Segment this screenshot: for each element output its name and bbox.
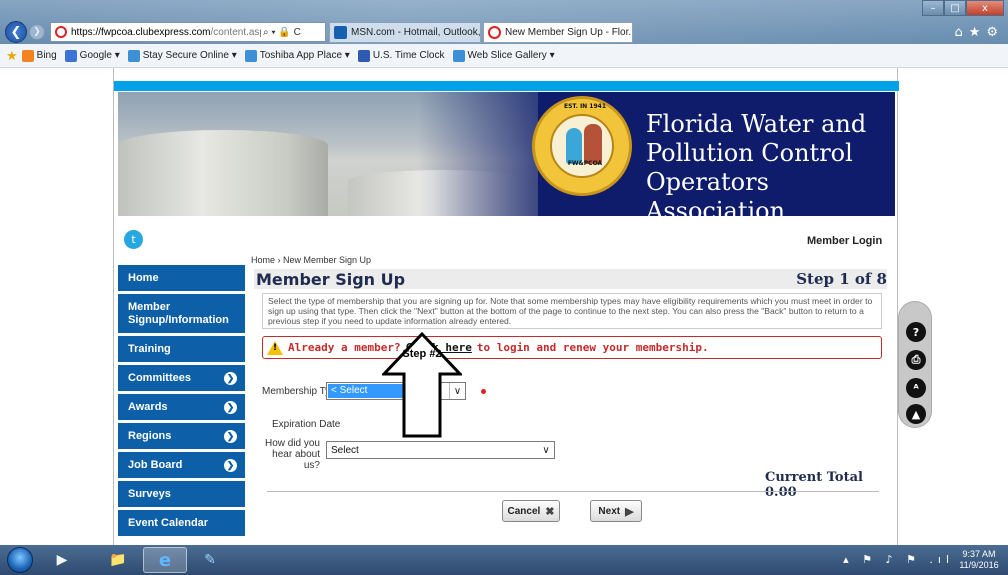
association-logo: EST. IN 1941 FW&PCOA xyxy=(532,96,632,196)
already-member-suffix: to login and renew your membership. xyxy=(476,341,709,354)
breadcrumb[interactable]: Home › New Member Sign Up xyxy=(251,255,371,265)
start-button[interactable] xyxy=(7,547,33,573)
windows-taskbar: ▶ 📁 e ✎ ▴ ⚑ ♪ ⚑ .ıl 9:37 AM 11/9/2016 xyxy=(0,545,1008,575)
favorites-star-icon[interactable]: ★ xyxy=(6,48,18,64)
favorite-bing[interactable]: Bing xyxy=(21,49,57,62)
nav-item-surveys[interactable]: Surveys xyxy=(118,481,245,510)
nav-item-committees[interactable]: Committees ❯ xyxy=(118,365,245,394)
site-container: EST. IN 1941 FW&PCOA Florida Water and P… xyxy=(113,68,899,545)
ie-page-icon xyxy=(452,49,465,62)
bing-icon xyxy=(21,49,34,62)
expiration-date-label: Expiration Date xyxy=(272,419,341,430)
clock-time: 9:37 AM xyxy=(962,549,996,559)
side-navigation: Home Member Signup/Information Training … xyxy=(118,265,245,539)
paint-icon[interactable]: ✎ xyxy=(190,547,230,573)
nav-item-event-calendar[interactable]: Event Calendar xyxy=(118,510,245,539)
site-banner: EST. IN 1941 FW&PCOA Florida Water and P… xyxy=(118,92,895,216)
ie-page-icon xyxy=(244,49,257,62)
address-url[interactable]: https://fwpcoa.clubexpress.com/content.a… xyxy=(71,27,261,38)
chevron-down-icon[interactable]: ∨ xyxy=(538,442,554,458)
favorite-web-slice[interactable]: Web Slice Gallery ▾ xyxy=(452,49,555,62)
browser-titlebar: ❮ ❯ https://fwpcoa.clubexpress.com/conte… xyxy=(0,0,1008,44)
cancel-button[interactable]: Cancel ✖ xyxy=(502,500,560,522)
tab-label: New Member Sign Up - Flor... xyxy=(505,27,633,38)
close-window-button[interactable]: x xyxy=(966,0,1004,16)
annotation-step-label: Step #2 xyxy=(402,348,442,360)
system-tray-icons[interactable]: ▴ ⚑ ♪ ⚑ .ıl xyxy=(843,553,954,566)
media-player-icon[interactable]: ▶ xyxy=(42,547,82,573)
maximize-button[interactable]: □ xyxy=(944,0,966,16)
banner-accent-strip xyxy=(114,81,899,91)
site-favicon-icon xyxy=(55,26,67,38)
next-label: Next xyxy=(598,505,621,517)
seal-abbreviation: FW&PCOA xyxy=(567,160,603,167)
twitter-icon[interactable]: t xyxy=(124,230,143,249)
nav-item-awards[interactable]: Awards ❯ xyxy=(118,394,245,423)
hear-about-value: Select xyxy=(331,444,359,456)
nav-item-regions[interactable]: Regions ❯ xyxy=(118,423,245,452)
page-title: Member Sign Up xyxy=(256,269,406,289)
organization-name: Florida Water and Pollution Control Oper… xyxy=(646,110,867,216)
help-icon[interactable]: ? xyxy=(906,322,926,342)
chevron-right-icon[interactable]: ❯ xyxy=(224,458,237,472)
forward-button[interactable]: ❯ xyxy=(29,24,45,40)
chevron-right-icon[interactable]: ❯ xyxy=(224,429,237,443)
close-icon: ✖ xyxy=(545,505,555,518)
chevron-right-icon[interactable]: ❯ xyxy=(224,371,237,385)
internet-explorer-icon[interactable]: e xyxy=(143,547,187,573)
back-button[interactable]: ❮ xyxy=(5,21,27,43)
favorites-bar: ★ Bing Google ▾ Stay Secure Online ▾ Tos… xyxy=(0,44,1008,68)
file-explorer-icon[interactable]: 📁 xyxy=(98,547,138,573)
favorite-time-clock[interactable]: U.S. Time Clock xyxy=(357,49,445,62)
favorite-google[interactable]: Google ▾ xyxy=(64,49,120,62)
google-icon xyxy=(64,49,77,62)
nav-item-member-signup[interactable]: Member Signup/Information xyxy=(118,294,245,336)
already-member-alert: ! Already a member? Click here to login … xyxy=(262,336,882,359)
address-bar[interactable]: https://fwpcoa.clubexpress.com/content.a… xyxy=(50,22,326,42)
current-total: Current Total 0.00 xyxy=(765,470,863,500)
play-arrow-icon: ▶ xyxy=(625,505,634,518)
page-viewport: EST. IN 1941 FW&PCOA Florida Water and P… xyxy=(0,68,1008,545)
seal-mascots xyxy=(550,114,614,178)
minimize-button[interactable]: – xyxy=(922,0,944,16)
member-login-link[interactable]: Member Login xyxy=(807,235,882,247)
chevron-right-icon[interactable]: ❯ xyxy=(224,400,237,414)
nav-item-training[interactable]: Training xyxy=(118,336,245,365)
water-tank-image xyxy=(118,130,328,216)
nav-item-home[interactable]: Home xyxy=(118,265,245,294)
browser-home-favorites-settings-icons[interactable]: ⌂★⚙ xyxy=(954,25,1004,40)
text-size-icon[interactable]: ᴬ xyxy=(906,378,926,398)
tab-member-signup[interactable]: New Member Sign Up - Flor... × xyxy=(483,22,633,43)
warning-icon: ! xyxy=(267,340,283,355)
instructions-text: Select the type of membership that you a… xyxy=(262,293,882,329)
hear-about-select[interactable]: Select ∨ xyxy=(326,441,555,459)
page-heading-bar: Member Sign Up Step 1 of 8 xyxy=(254,269,887,289)
floating-toolbar: ? ⎙ ᴬ ▲ xyxy=(898,301,932,428)
hear-about-label: How did you hear about us? xyxy=(264,438,320,471)
favorite-stay-secure[interactable]: Stay Secure Online ▾ xyxy=(127,49,237,62)
system-clock[interactable]: 9:37 AM 11/9/2016 xyxy=(956,549,1002,571)
print-icon[interactable]: ⎙ xyxy=(906,350,926,370)
tab-label: MSN.com - Hotmail, Outlook, ... xyxy=(351,27,481,38)
cancel-label: Cancel xyxy=(507,505,541,517)
required-indicator xyxy=(481,389,486,394)
seal-established: EST. IN 1941 xyxy=(563,103,606,110)
nav-item-job-board[interactable]: Job Board ❯ xyxy=(118,452,245,481)
scroll-top-icon[interactable]: ▲ xyxy=(906,404,926,424)
tab-msn[interactable]: MSN.com - Hotmail, Outlook, ... xyxy=(329,22,481,43)
flag-icon xyxy=(357,49,370,62)
step-indicator: Step 1 of 8 xyxy=(796,270,887,288)
water-drop-mascot xyxy=(566,128,582,164)
msn-icon xyxy=(334,26,347,39)
divider xyxy=(267,491,879,492)
ie-page-icon xyxy=(127,49,140,62)
favorite-toshiba[interactable]: Toshiba App Place ▾ xyxy=(244,49,350,62)
window-controls: – □ x xyxy=(922,0,1004,16)
address-tools[interactable]: ⌕ ▾ 🔒 C xyxy=(263,27,301,38)
operator-mascot xyxy=(584,124,602,164)
clock-date: 11/9/2016 xyxy=(959,560,999,570)
next-button[interactable]: Next ▶ xyxy=(590,500,642,522)
clubexpress-icon xyxy=(488,26,501,39)
